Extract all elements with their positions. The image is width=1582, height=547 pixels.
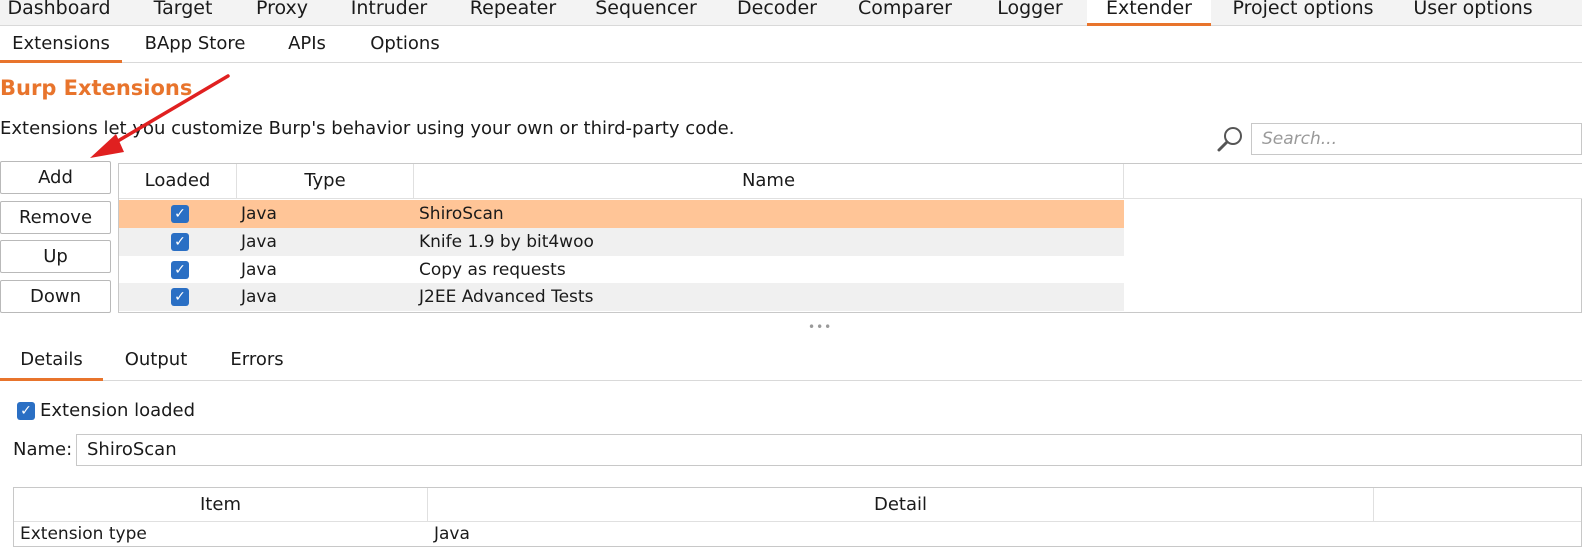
- tab-bapp-store[interactable]: BApp Store: [132, 27, 258, 63]
- tab-intruder[interactable]: Intruder: [336, 0, 442, 26]
- tab-target[interactable]: Target: [128, 0, 238, 26]
- name-cell: ShiroScan: [419, 204, 504, 224]
- loaded-checkbox[interactable]: ✓: [171, 261, 189, 279]
- section-title: Burp Extensions: [0, 76, 193, 100]
- tab-errors[interactable]: Errors: [221, 340, 293, 381]
- magnifier-icon: [1216, 124, 1246, 154]
- down-button[interactable]: Down: [0, 280, 111, 313]
- tab-dashboard[interactable]: Dashboard: [0, 0, 118, 26]
- table-row[interactable]: ✓ Java ShiroScan: [119, 200, 1124, 228]
- remove-button[interactable]: Remove: [0, 201, 111, 234]
- tab-apis[interactable]: APIs: [275, 27, 339, 63]
- tab-extender[interactable]: Extender: [1087, 0, 1211, 26]
- extender-sub-tab-bar: Extensions BApp Store APIs Options: [0, 27, 1582, 63]
- add-button[interactable]: Add: [0, 161, 111, 194]
- type-cell: Java: [241, 260, 277, 280]
- loaded-checkbox[interactable]: ✓: [171, 205, 189, 223]
- type-cell: Java: [241, 232, 277, 252]
- search-input[interactable]: Search...: [1251, 123, 1582, 155]
- table-row[interactable]: ✓ Java J2EE Advanced Tests: [119, 283, 1124, 311]
- column-header-detail[interactable]: Detail: [428, 488, 1374, 522]
- tab-details[interactable]: Details: [0, 340, 103, 381]
- tab-extensions[interactable]: Extensions: [0, 27, 122, 63]
- name-cell: Knife 1.9 by bit4woo: [419, 232, 594, 252]
- splitter-handle[interactable]: •••: [808, 321, 831, 333]
- column-header-item[interactable]: Item: [14, 488, 428, 522]
- tab-output[interactable]: Output: [113, 340, 199, 381]
- column-header-filler: [1124, 164, 1582, 199]
- tab-project-options[interactable]: Project options: [1218, 0, 1388, 26]
- details-tab-bar: Details Output Errors: [0, 340, 1582, 381]
- extensions-table: Loaded Type Name ✓ Java ShiroScan ✓ Java…: [118, 163, 1582, 313]
- tab-user-options[interactable]: User options: [1400, 0, 1546, 26]
- column-header-loaded[interactable]: Loaded: [119, 164, 237, 199]
- tab-proxy[interactable]: Proxy: [238, 0, 326, 26]
- tab-sequencer[interactable]: Sequencer: [585, 0, 707, 26]
- main-tab-bar: Dashboard Target Proxy Intruder Repeater…: [0, 0, 1582, 26]
- tab-repeater[interactable]: Repeater: [458, 0, 568, 26]
- name-cell: Copy as requests: [419, 260, 566, 280]
- section-description: Extensions let you customize Burp's beha…: [0, 118, 735, 139]
- column-header-type[interactable]: Type: [237, 164, 414, 199]
- tab-comparer[interactable]: Comparer: [845, 0, 965, 26]
- extension-loaded-checkbox[interactable]: ✓: [17, 402, 35, 420]
- table-row[interactable]: ✓ Java Knife 1.9 by bit4woo: [119, 228, 1124, 256]
- detail-value-cell: Java: [434, 524, 470, 544]
- tab-logger[interactable]: Logger: [984, 0, 1076, 26]
- name-field[interactable]: ShiroScan: [76, 434, 1582, 466]
- details-table: Item Detail Extension type Java: [13, 487, 1582, 547]
- up-button[interactable]: Up: [0, 240, 111, 273]
- type-cell: Java: [241, 287, 277, 307]
- tab-options[interactable]: Options: [357, 27, 453, 63]
- column-header-filler: [1374, 488, 1581, 522]
- detail-item-cell: Extension type: [20, 524, 147, 544]
- tab-decoder[interactable]: Decoder: [725, 0, 829, 26]
- column-header-name[interactable]: Name: [414, 164, 1124, 199]
- table-row[interactable]: ✓ Java Copy as requests: [119, 256, 1124, 284]
- loaded-checkbox[interactable]: ✓: [171, 288, 189, 306]
- type-cell: Java: [241, 204, 277, 224]
- extension-loaded-label: Extension loaded: [40, 400, 196, 421]
- name-cell: J2EE Advanced Tests: [419, 287, 594, 307]
- loaded-checkbox[interactable]: ✓: [171, 233, 189, 251]
- name-label: Name:: [13, 439, 73, 460]
